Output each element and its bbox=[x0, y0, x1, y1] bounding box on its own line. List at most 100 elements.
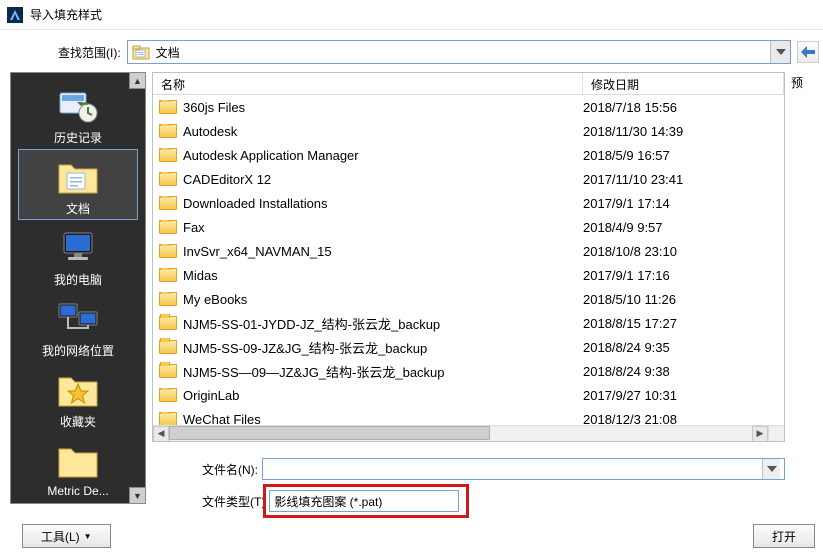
folder-icon bbox=[159, 412, 177, 426]
scroll-thumb[interactable] bbox=[169, 426, 490, 440]
file-name: CADEditorX 12 bbox=[183, 172, 271, 187]
file-name-cell: NJM5-SS-09-JZ&JG_结构-张云龙_backup bbox=[159, 338, 583, 357]
file-date-cell: 2017/9/1 17:16 bbox=[583, 268, 778, 283]
sidebar-item-history[interactable]: 历史记录 bbox=[19, 79, 137, 148]
filetype-value: 影线填充图案 (*.pat) bbox=[274, 493, 382, 510]
sidebar-item-label: 收藏夹 bbox=[19, 413, 137, 430]
favorites-icon bbox=[19, 367, 137, 411]
column-header-name[interactable]: 名称 bbox=[153, 73, 583, 94]
sidebar-item-network[interactable]: 我的网络位置 bbox=[19, 292, 137, 361]
open-button-label: 打开 bbox=[772, 528, 796, 545]
column-header-date[interactable]: 修改日期 bbox=[583, 73, 784, 94]
file-row[interactable]: 360js Files2018/7/18 15:56 bbox=[153, 95, 784, 119]
filetype-select[interactable]: 影线填充图案 (*.pat) bbox=[269, 490, 459, 512]
file-name: Fax bbox=[183, 220, 205, 235]
file-row[interactable]: CADEditorX 12 2017/11/10 23:41 bbox=[153, 167, 784, 191]
file-row[interactable]: NJM5-SS-09-JZ&JG_结构-张云龙_backup2018/8/24 … bbox=[153, 335, 784, 359]
lookin-label: 查找范围(I): bbox=[58, 44, 121, 61]
file-name: InvSvr_x64_NAVMAN_15 bbox=[183, 244, 332, 259]
sidebar-scroll-up[interactable]: ▲ bbox=[129, 73, 145, 89]
file-date-cell: 2018/5/9 16:57 bbox=[583, 148, 778, 163]
file-listbox[interactable]: 名称 修改日期 360js Files2018/7/18 15:56Autode… bbox=[152, 72, 785, 442]
file-name-cell: NJM5-SS-01-JYDD-JZ_结构-张云龙_backup bbox=[159, 314, 583, 333]
file-date-cell: 2018/4/9 9:57 bbox=[583, 220, 778, 235]
file-name-cell: 360js Files bbox=[159, 100, 583, 115]
file-name: Midas bbox=[183, 268, 218, 283]
sidebar-item-label: 文档 bbox=[19, 200, 137, 217]
horizontal-scrollbar[interactable]: ◀ ▶ bbox=[153, 425, 768, 441]
folder-icon bbox=[159, 268, 177, 282]
lookin-value: 文档 bbox=[156, 44, 180, 61]
file-row[interactable]: Autodesk 2018/11/30 14:39 bbox=[153, 119, 784, 143]
file-name-cell: NJM5-SS—09—JZ&JG_结构-张云龙_backup bbox=[159, 362, 583, 381]
sidebar-scroll-down[interactable]: ▼ bbox=[129, 487, 145, 503]
file-date-cell: 2018/5/10 11:26 bbox=[583, 292, 778, 307]
file-row[interactable]: Autodesk Application Manager 2018/5/9 16:… bbox=[153, 143, 784, 167]
file-header: 名称 修改日期 bbox=[153, 73, 784, 95]
preview-panel: 预 bbox=[791, 72, 819, 512]
file-name: NJM5-SS—09—JZ&JG_结构-张云龙_backup bbox=[183, 362, 445, 381]
filetype-row: 文件类型(T) 影线填充图案 (*.pat) bbox=[202, 490, 785, 512]
filetype-label: 文件类型(T) bbox=[202, 493, 265, 510]
chevron-down-icon[interactable] bbox=[770, 41, 790, 63]
folder-icon bbox=[159, 364, 177, 378]
file-row[interactable]: OriginLab 2017/9/27 10:31 bbox=[153, 383, 784, 407]
file-row[interactable]: Fax 2018/4/9 9:57 bbox=[153, 215, 784, 239]
places-sidebar: ▲ 历史记录 bbox=[10, 72, 146, 504]
file-date-cell: 2017/9/1 17:14 bbox=[583, 196, 778, 211]
file-name: NJM5-SS-09-JZ&JG_结构-张云龙_backup bbox=[183, 338, 427, 357]
file-date-cell: 2018/11/30 14:39 bbox=[583, 124, 778, 139]
computer-icon bbox=[19, 225, 137, 269]
file-name-cell: Autodesk Application Manager bbox=[159, 148, 583, 163]
scroll-left-icon[interactable]: ◀ bbox=[153, 426, 169, 442]
file-row[interactable]: My eBooks 2018/5/10 11:26 bbox=[153, 287, 784, 311]
file-row[interactable]: NJM5-SS-01-JYDD-JZ_结构-张云龙_backup2018/8/1… bbox=[153, 311, 784, 335]
folder-icon bbox=[159, 244, 177, 258]
sidebar-item-computer[interactable]: 我的电脑 bbox=[19, 221, 137, 290]
file-name: My eBooks bbox=[183, 292, 247, 307]
file-date-cell: 2017/9/27 10:31 bbox=[583, 388, 778, 403]
filename-input[interactable] bbox=[262, 458, 785, 480]
folder-icon bbox=[159, 172, 177, 186]
folder-icon bbox=[159, 220, 177, 234]
file-name-cell: OriginLab bbox=[159, 388, 583, 403]
file-name: Autodesk Application Manager bbox=[183, 148, 359, 163]
file-row[interactable]: Midas 2017/9/1 17:16 bbox=[153, 263, 784, 287]
documents-icon bbox=[19, 154, 137, 198]
sidebar-item-documents[interactable]: 文档 bbox=[19, 150, 137, 219]
file-row[interactable]: NJM5-SS—09—JZ&JG_结构-张云龙_backup2018/8/24 … bbox=[153, 359, 784, 383]
tools-button[interactable]: 工具(L) ▼ bbox=[22, 524, 111, 548]
nav-back-button[interactable] bbox=[797, 41, 819, 63]
open-button[interactable]: 打开 bbox=[753, 524, 815, 548]
file-panel: 名称 修改日期 360js Files2018/7/18 15:56Autode… bbox=[152, 72, 785, 512]
lookin-row: 查找范围(I): 文档 bbox=[10, 40, 819, 64]
file-name-cell: InvSvr_x64_NAVMAN_15 bbox=[159, 244, 583, 259]
file-date-cell: 2017/11/10 23:41 bbox=[583, 172, 778, 187]
app-icon bbox=[6, 6, 24, 24]
scroll-right-icon[interactable]: ▶ bbox=[752, 426, 768, 442]
file-row[interactable]: Downloaded Installations2017/9/1 17:14 bbox=[153, 191, 784, 215]
folder-icon bbox=[159, 148, 177, 162]
file-date-cell: 2018/10/8 23:10 bbox=[583, 244, 778, 259]
folder-icon bbox=[19, 438, 137, 482]
filename-field[interactable] bbox=[267, 462, 762, 476]
folder-icon bbox=[159, 316, 177, 330]
filename-row: 文件名(N): bbox=[202, 458, 785, 480]
folder-icon bbox=[159, 340, 177, 354]
file-name: OriginLab bbox=[183, 388, 239, 403]
lookin-select[interactable]: 文档 bbox=[127, 40, 791, 64]
file-name-cell: Midas bbox=[159, 268, 583, 283]
file-name: NJM5-SS-01-JYDD-JZ_结构-张云龙_backup bbox=[183, 314, 440, 333]
network-icon bbox=[19, 296, 137, 340]
file-name: 360js Files bbox=[183, 100, 245, 115]
folder-icon bbox=[159, 292, 177, 306]
file-name: Autodesk bbox=[183, 124, 237, 139]
sidebar-item-metric[interactable]: Metric De... bbox=[19, 434, 137, 500]
chevron-down-icon[interactable] bbox=[762, 459, 780, 479]
sidebar-item-favorites[interactable]: 收藏夹 bbox=[19, 363, 137, 432]
filename-label: 文件名(N): bbox=[202, 461, 258, 478]
sidebar-item-label: 我的电脑 bbox=[19, 271, 137, 288]
caret-down-icon: ▼ bbox=[84, 532, 92, 541]
history-icon bbox=[19, 83, 137, 127]
file-row[interactable]: InvSvr_x64_NAVMAN_15 2018/10/8 23:10 bbox=[153, 239, 784, 263]
